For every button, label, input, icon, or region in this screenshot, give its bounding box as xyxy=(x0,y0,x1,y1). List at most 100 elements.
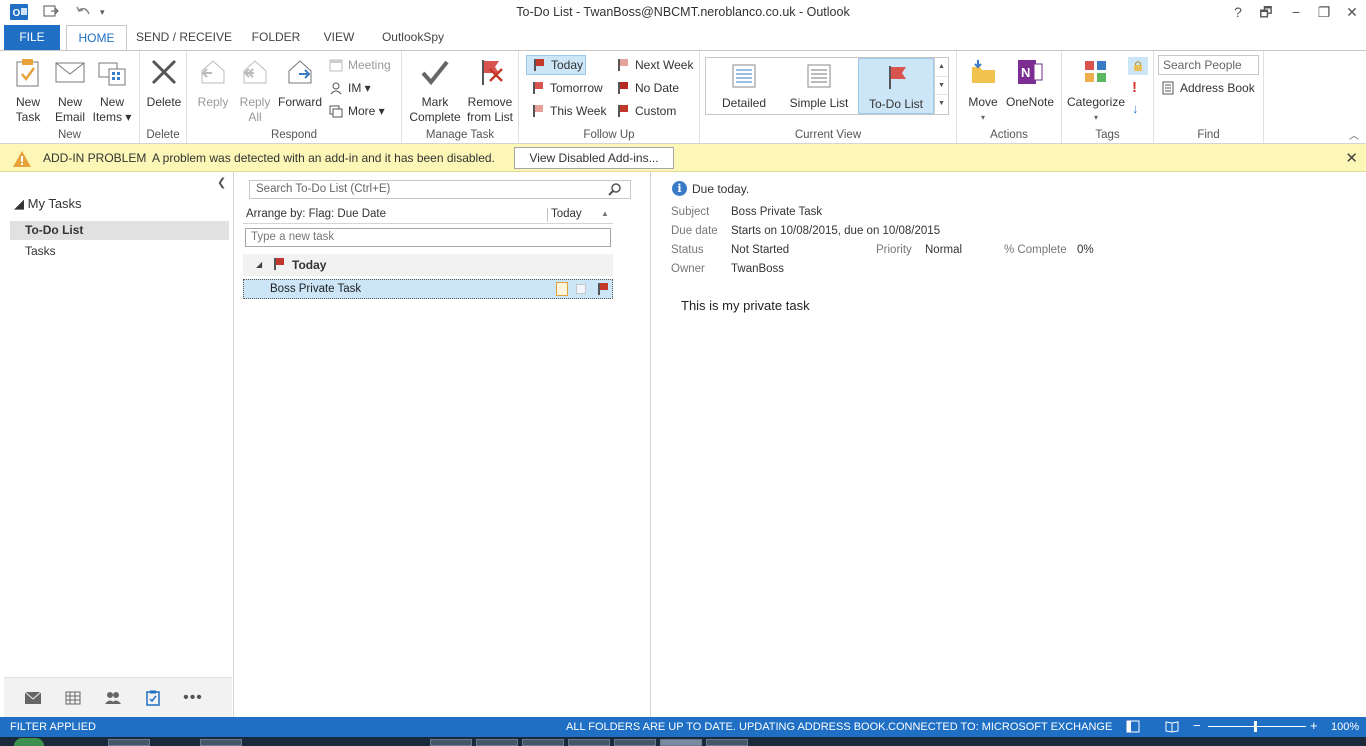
onenote-button[interactable]: N OneNote xyxy=(1005,55,1055,110)
zoom-slider-thumb[interactable] xyxy=(1254,721,1257,732)
flag-no-date-button[interactable]: No Date xyxy=(615,78,679,98)
private-lock-icon[interactable] xyxy=(1128,57,1148,75)
group-manage-task: Mark Complete Remove from List Manage Ta… xyxy=(402,51,519,143)
tab-view[interactable]: VIEW xyxy=(316,25,362,50)
start-orb-icon[interactable] xyxy=(14,738,44,746)
new-items-button[interactable]: New Items ▾ xyxy=(92,55,132,125)
high-importance-icon[interactable]: ! xyxy=(1132,79,1137,96)
categorize-button[interactable]: Categorize ▾ xyxy=(1066,55,1126,125)
task-body: This is my private task xyxy=(681,298,810,313)
collapse-ribbon-icon[interactable]: ︿ xyxy=(1349,127,1359,142)
close-infobar-icon[interactable]: ✕ xyxy=(1345,149,1358,167)
gallery-scroll[interactable]: ▲ ▼ ▼ xyxy=(934,58,948,114)
flag-today-button[interactable]: Today xyxy=(526,55,586,75)
calendar-icon[interactable] xyxy=(60,688,86,708)
tab-send-receive[interactable]: SEND / RECEIVE xyxy=(134,25,234,50)
mail-icon[interactable] xyxy=(20,688,46,708)
tasks-icon[interactable] xyxy=(140,688,166,708)
taskbar-item[interactable] xyxy=(706,739,748,746)
taskbar-item[interactable] xyxy=(476,739,518,746)
view-simple-list[interactable]: Simple List xyxy=(786,58,852,114)
zoom-level[interactable]: 100% xyxy=(1331,721,1359,733)
help-button[interactable]: ? xyxy=(1224,0,1252,24)
due-date-label: Due date xyxy=(671,225,718,237)
maximize-button[interactable]: ❐ xyxy=(1310,0,1338,24)
mark-complete-button[interactable]: Mark Complete xyxy=(408,55,462,125)
ribbon-display-options-icon[interactable]: 🗗 xyxy=(1252,0,1280,24)
more-respond-icon xyxy=(328,103,344,119)
tab-folder[interactable]: FOLDER xyxy=(246,25,306,50)
search-icon[interactable] xyxy=(608,182,622,202)
reply-all-button[interactable]: Reply All xyxy=(235,55,275,125)
move-button[interactable]: Move ▾ xyxy=(961,55,1005,125)
view-gallery: Detailed Simple List To-Do List ▲ ▼ ▼ xyxy=(705,57,949,115)
reply-button[interactable]: Reply xyxy=(193,55,233,110)
flag-custom-button[interactable]: Custom xyxy=(615,101,676,121)
view-detailed[interactable]: Detailed xyxy=(712,58,776,114)
tab-home[interactable]: HOME xyxy=(66,25,127,51)
im-label: IM ▾ xyxy=(348,81,371,95)
search-people-input[interactable]: Search People xyxy=(1158,55,1259,75)
reading-view-icon[interactable] xyxy=(1165,720,1179,736)
addin-problem-bar: ADD-IN PROBLEM A problem was detected wi… xyxy=(0,144,1366,172)
taskbar-item[interactable] xyxy=(614,739,656,746)
simple-list-icon xyxy=(805,62,833,93)
close-button[interactable]: ✕ xyxy=(1338,0,1366,24)
normal-view-icon[interactable] xyxy=(1126,720,1140,736)
tab-file[interactable]: FILE xyxy=(4,25,60,50)
nav-item-tasks[interactable]: Tasks xyxy=(10,242,229,261)
view-detailed-label: Detailed xyxy=(721,96,767,110)
flag-this-week-button[interactable]: This Week xyxy=(530,101,606,121)
people-icon[interactable] xyxy=(100,688,126,708)
arrange-order-label[interactable]: Today xyxy=(551,208,582,220)
taskbar-item[interactable] xyxy=(522,739,564,746)
more-respond-button[interactable]: More ▾ xyxy=(328,101,385,121)
forward-button[interactable]: Forward xyxy=(277,55,323,110)
remove-from-list-button[interactable]: Remove from List xyxy=(464,55,516,125)
group-header-today[interactable]: ◢ Today xyxy=(243,254,613,276)
flag-tomorrow-button[interactable]: Tomorrow xyxy=(530,78,603,98)
outlook-window: O ▾ To-Do List - TwanBoss@NBCMT.neroblan… xyxy=(0,0,1366,746)
arrange-by-header[interactable]: Arrange by: Flag: Due Date Today ▲ xyxy=(243,207,613,224)
taskbar-item-active[interactable] xyxy=(660,739,702,746)
gallery-up-icon[interactable]: ▲ xyxy=(935,58,948,77)
task-row[interactable]: Boss Private Task xyxy=(243,279,613,299)
taskbar-item[interactable] xyxy=(108,739,150,746)
flag-next-week-button[interactable]: Next Week xyxy=(615,55,693,75)
low-importance-icon[interactable]: ↓ xyxy=(1132,101,1139,116)
collapse-group-icon[interactable]: ◢ xyxy=(256,260,262,269)
view-disabled-addins-button[interactable]: View Disabled Add-ins... xyxy=(514,147,674,169)
sort-up-icon[interactable]: ▲ xyxy=(601,209,609,218)
my-tasks-header[interactable]: ◢ My Tasks xyxy=(14,196,82,212)
view-todo-list[interactable]: To-Do List xyxy=(858,58,934,114)
zoom-slider[interactable] xyxy=(1208,726,1306,727)
meeting-button[interactable]: Meeting xyxy=(328,55,391,75)
task-name: Boss Private Task xyxy=(270,283,362,295)
more-modules-icon[interactable]: ••• xyxy=(180,688,206,708)
taskbar-item[interactable] xyxy=(568,739,610,746)
taskbar-item[interactable] xyxy=(430,739,472,746)
task-flag-icon[interactable] xyxy=(598,283,608,295)
new-task-button[interactable]: New Task xyxy=(8,55,48,125)
gallery-more-icon[interactable]: ▼ xyxy=(935,95,948,114)
status-value: Not Started xyxy=(731,244,790,256)
tab-outlookspy[interactable]: OutlookSpy xyxy=(372,25,454,50)
im-button[interactable]: IM ▾ xyxy=(328,78,371,98)
gallery-down-icon[interactable]: ▼ xyxy=(935,77,948,96)
delete-button[interactable]: Delete xyxy=(144,55,184,110)
new-task-icon xyxy=(15,56,41,92)
new-email-button[interactable]: New Email xyxy=(50,55,90,125)
zoom-out-icon[interactable]: − xyxy=(1193,718,1201,733)
task-complete-checkbox[interactable] xyxy=(576,284,586,294)
minimize-button[interactable]: − xyxy=(1282,0,1310,24)
zoom-in-icon[interactable]: + xyxy=(1310,718,1318,733)
group-current-view-label: Current View xyxy=(794,129,862,141)
taskbar-item[interactable] xyxy=(200,739,242,746)
task-type-icon xyxy=(556,282,568,296)
address-book-button[interactable]: Address Book xyxy=(1160,78,1255,98)
search-todo-input[interactable]: Search To-Do List (Ctrl+E) xyxy=(249,180,631,199)
nav-item-todo-list[interactable]: To-Do List xyxy=(10,221,229,240)
ribbon: New Task New Email New Items ▾ New Delet… xyxy=(0,50,1366,144)
collapse-nav-icon[interactable]: ❮ xyxy=(217,176,226,189)
new-task-input[interactable]: Type a new task xyxy=(245,228,611,247)
